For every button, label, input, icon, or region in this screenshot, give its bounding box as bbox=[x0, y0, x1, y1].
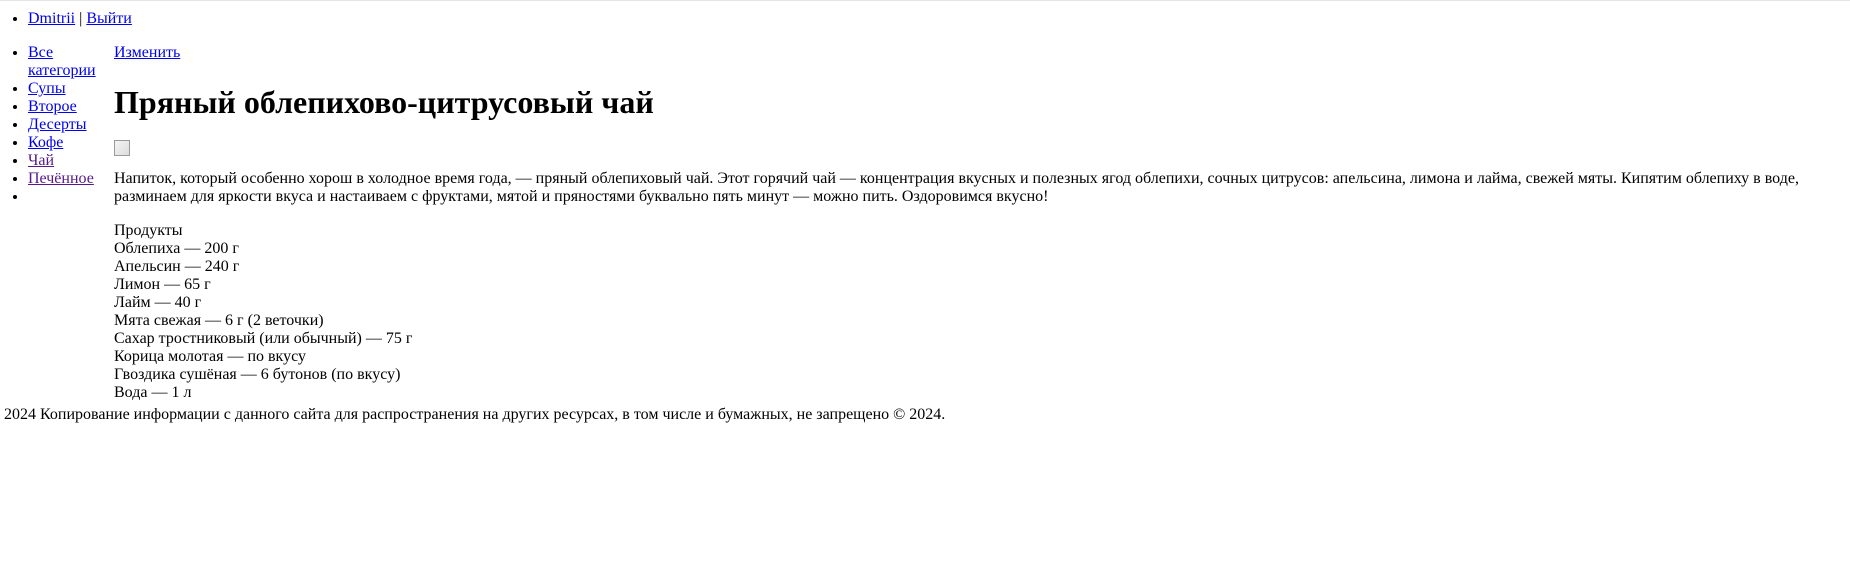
recipe-title: Пряный облепихово-цитрусовый чай bbox=[114, 84, 654, 120]
nav-separator: | bbox=[79, 10, 83, 27]
sidebar-link-pastry[interactable]: Печённое bbox=[28, 170, 94, 187]
recipe-description: Напиток, который особенно хорош в холодн… bbox=[114, 170, 1799, 205]
product-item: Мята свежая — 6 г (2 веточки) bbox=[114, 312, 324, 329]
sidebar-item-coffee: Кофе bbox=[28, 134, 97, 152]
broken-image-icon bbox=[114, 140, 130, 156]
products-section: Продукты Облепиха — 200 г Апельсин — 240… bbox=[114, 222, 1842, 402]
sidebar-item-pastry: Печённое bbox=[28, 170, 97, 188]
product-item: Вода — 1 л bbox=[114, 384, 192, 401]
footer-copyright: 2024 Копирование информации с данного са… bbox=[4, 406, 946, 423]
sidebar-link-all-categories[interactable]: Все категории bbox=[28, 44, 96, 79]
user-profile-link[interactable]: Dmitrii bbox=[28, 10, 75, 27]
edit-recipe-link[interactable]: Изменить bbox=[114, 44, 1842, 62]
sidebar-item-empty bbox=[28, 188, 97, 206]
sidebar-item-desserts: Десерты bbox=[28, 116, 97, 134]
logout-link[interactable]: Выйти bbox=[86, 10, 132, 27]
product-item: Корица молотая — по вкусу bbox=[114, 348, 306, 365]
product-item: Облепиха — 200 г bbox=[114, 240, 239, 257]
sidebar-item-soups: Супы bbox=[28, 80, 97, 98]
sidebar-link-desserts[interactable]: Десерты bbox=[28, 116, 87, 133]
product-item: Лайм — 40 г bbox=[114, 294, 202, 311]
category-sidebar: Все категории Супы Второе Десерты Кофе Ч… bbox=[0, 44, 97, 206]
product-item: Сахар тростниковый (или обычный) — 75 г bbox=[114, 330, 413, 347]
product-item: Гвоздика сушёная — 6 бутонов (по вкусу) bbox=[114, 366, 401, 383]
sidebar-link-tea[interactable]: Чай bbox=[28, 152, 54, 169]
user-menu-item: Dmitrii | Выйти bbox=[28, 10, 132, 28]
sidebar-item-all-categories: Все категории bbox=[28, 44, 97, 80]
sidebar-item-main-course: Второе bbox=[28, 98, 97, 116]
top-nav: Dmitrii | Выйти bbox=[0, 10, 132, 28]
sidebar-item-tea: Чай bbox=[28, 152, 97, 170]
product-item: Апельсин — 240 г bbox=[114, 258, 240, 275]
sidebar-link-soups[interactable]: Супы bbox=[28, 80, 66, 97]
sidebar-link-coffee[interactable]: Кофе bbox=[28, 134, 63, 151]
sidebar-link-main-course[interactable]: Второе bbox=[28, 98, 77, 115]
product-item: Лимон — 65 г bbox=[114, 276, 211, 293]
products-heading: Продукты bbox=[114, 222, 183, 239]
recipe-content: Изменить Пряный облепихово-цитрусовый ча… bbox=[114, 44, 1842, 402]
